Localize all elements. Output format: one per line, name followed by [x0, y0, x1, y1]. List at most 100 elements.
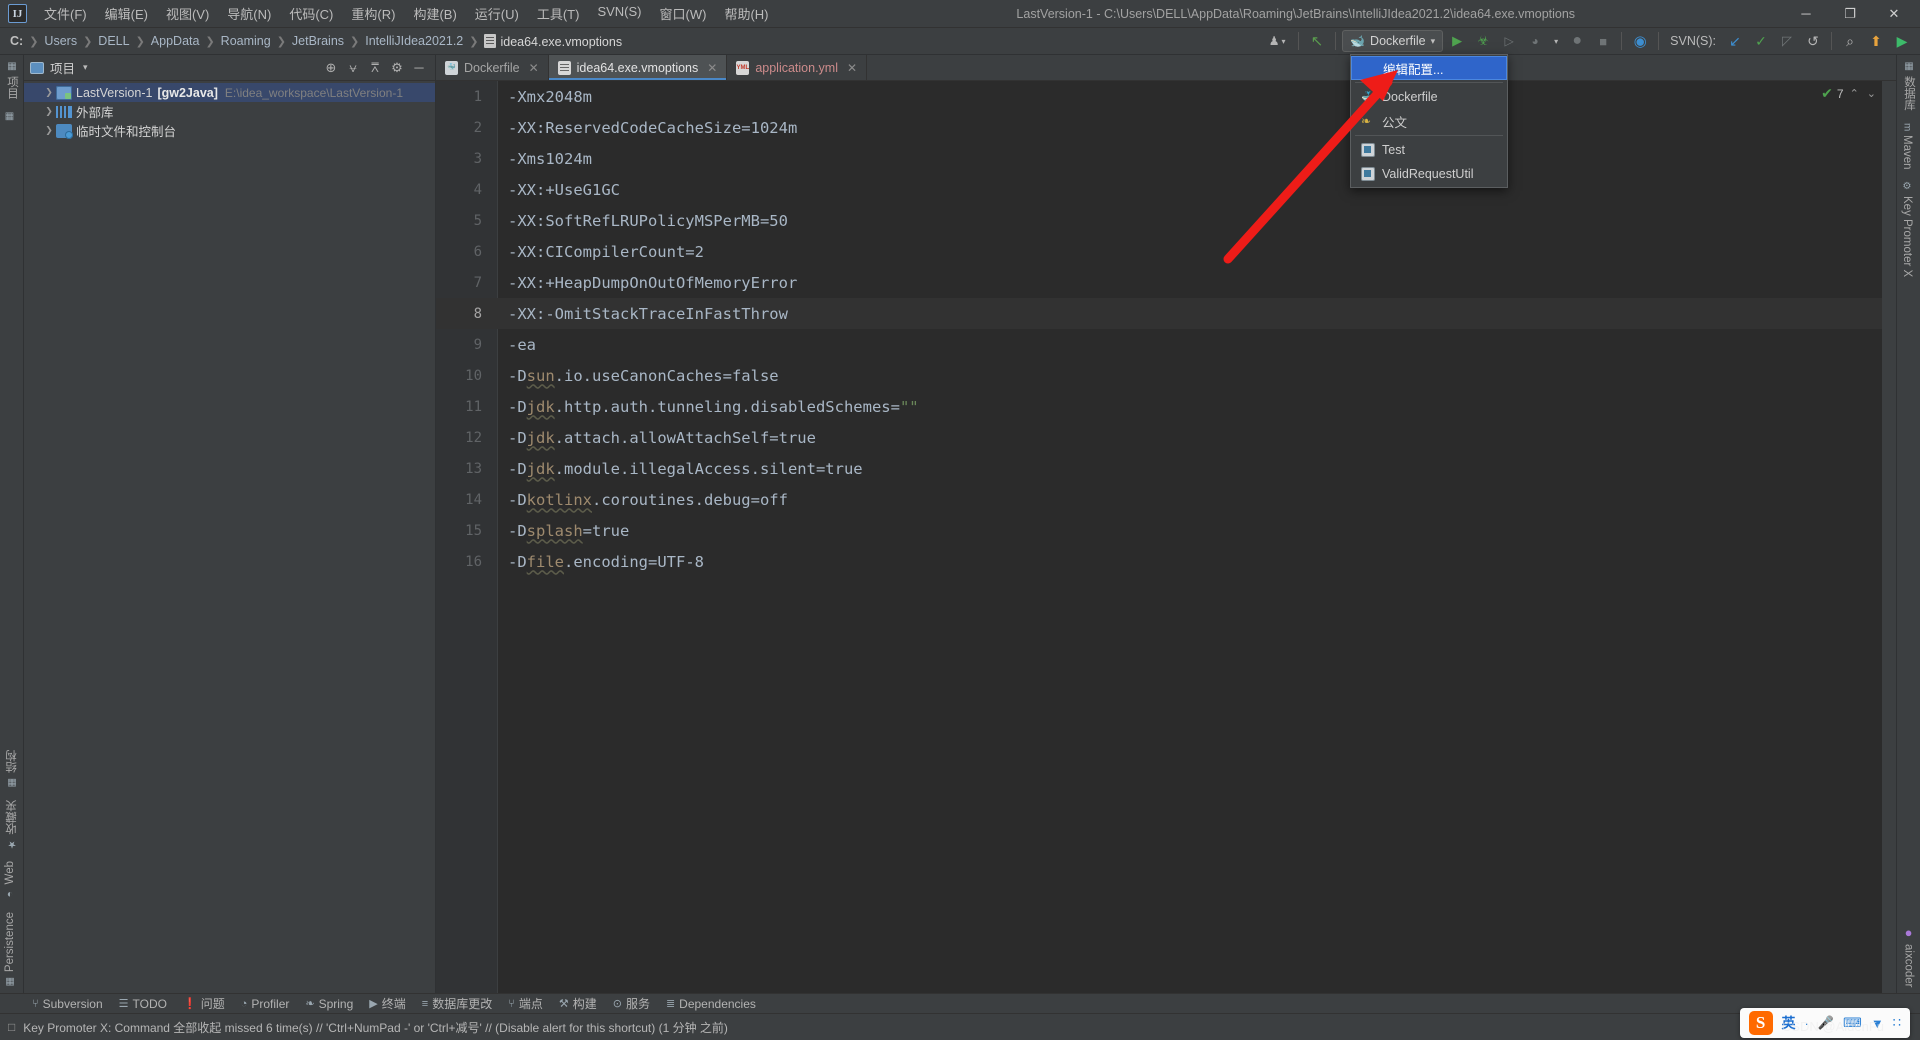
- maximize-button[interactable]: ❐: [1828, 0, 1872, 27]
- bottom-tool-8[interactable]: ⚒ 构建: [551, 993, 605, 1014]
- code-line[interactable]: 4 -XX:+UseG1GC: [436, 174, 1882, 205]
- menu-item-7[interactable]: 运行(U): [466, 1, 528, 26]
- user-icon[interactable]: ♟ ▾: [1262, 30, 1292, 52]
- run-config-popup-item-0[interactable]: 编辑配置...: [1351, 56, 1507, 80]
- close-tab-icon[interactable]: ✕: [707, 61, 717, 75]
- code-line[interactable]: 3 -Xms1024m: [436, 143, 1882, 174]
- tool-window-button-Persistence[interactable]: ▦ Persistence: [0, 906, 20, 993]
- notification-icon[interactable]: □: [8, 1020, 15, 1034]
- menu-item-10[interactable]: 窗口(W): [651, 1, 716, 26]
- code-line[interactable]: 13 -Djdk.module.illegalAccess.silent=true: [436, 453, 1882, 484]
- bottom-tool-9[interactable]: ⊙ 服务: [605, 993, 658, 1014]
- code-line[interactable]: 2 -XX:ReservedCodeCacheSize=1024m: [436, 112, 1882, 143]
- chevron-right-icon[interactable]: ❯: [42, 106, 56, 117]
- chevron-right-icon[interactable]: ❯: [42, 87, 56, 98]
- breadcrumb-item-4[interactable]: Roaming: [217, 32, 275, 50]
- chevron-right-icon[interactable]: ❯: [42, 125, 56, 136]
- menu-item-6[interactable]: 构建(B): [404, 1, 465, 26]
- bottom-tool-1[interactable]: ☰ TODO: [111, 995, 175, 1013]
- breadcrumb-item-5[interactable]: JetBrains: [288, 32, 348, 50]
- debug-button[interactable]: ☣: [1471, 30, 1495, 52]
- bottom-tool-6[interactable]: ≡ 数据库更改: [414, 993, 500, 1014]
- profile-button[interactable]: ◕: [1523, 30, 1547, 52]
- bottom-tool-2[interactable]: ❗ 问题: [175, 993, 233, 1014]
- previous-problem-icon[interactable]: ⌃: [1848, 87, 1861, 100]
- editor-tab-0[interactable]: 🐳 Dockerfile ✕: [436, 55, 549, 80]
- code-line[interactable]: 12 -Djdk.attach.allowAttachSelf=true: [436, 422, 1882, 453]
- tool-window-button-folder-icon[interactable]: ▦: [0, 105, 19, 132]
- minimize-button[interactable]: ─: [1784, 0, 1828, 27]
- code-line[interactable]: 15 -Dsplash=true: [436, 515, 1882, 546]
- code-line[interactable]: 1 -Xmx2048m: [436, 81, 1882, 112]
- svn-commit-button[interactable]: ✓: [1749, 30, 1773, 52]
- ime-toolbox-icon[interactable]: ∷: [1893, 1015, 1901, 1031]
- code-line[interactable]: 9 -ea: [436, 329, 1882, 360]
- stop-button[interactable]: ■: [1591, 30, 1615, 52]
- collapse-all-icon[interactable]: ⩞: [365, 58, 385, 78]
- expand-all-icon[interactable]: ⩝: [343, 58, 363, 78]
- menu-item-4[interactable]: 代码(C): [280, 1, 342, 26]
- menu-item-5[interactable]: 重构(R): [342, 1, 404, 26]
- profile-dropdown-icon[interactable]: ▾: [1549, 30, 1563, 52]
- tool-window-button-收藏夹[interactable]: ★ 收藏夹: [0, 794, 24, 856]
- close-tab-icon[interactable]: ✕: [529, 61, 539, 75]
- svn-history-button[interactable]: ◸: [1775, 30, 1799, 52]
- run-with-coverage-button[interactable]: ▷: [1497, 30, 1521, 52]
- search-everywhere-globe-icon[interactable]: ◉: [1628, 30, 1652, 52]
- breadcrumb-item-2[interactable]: DELL: [94, 32, 133, 50]
- stop-record-button[interactable]: ●: [1565, 30, 1589, 52]
- run-config-popup-item-2[interactable]: ❧ 公文: [1351, 109, 1507, 133]
- close-button[interactable]: ✕: [1872, 0, 1916, 27]
- breadcrumb-item-3[interactable]: AppData: [147, 32, 204, 50]
- run-button[interactable]: ▶: [1445, 30, 1469, 52]
- code-lines[interactable]: 1 -Xmx2048m 2 -XX:ReservedCodeCacheSize=102…: [436, 81, 1882, 993]
- code-editor[interactable]: 1 -Xmx2048m 2 -XX:ReservedCodeCacheSize=102…: [436, 81, 1896, 993]
- run-configuration-popup[interactable]: 编辑配置... 🐳 Dockerfile ❧ 公文 Test ValidRequestUti…: [1350, 54, 1508, 188]
- code-line[interactable]: 10 -Dsun.io.useCanonCaches=false: [436, 360, 1882, 391]
- locate-file-icon[interactable]: ⊕: [321, 58, 341, 78]
- editor-marker-bar[interactable]: [1882, 81, 1896, 993]
- bottom-tool-7[interactable]: ⑂ 端点: [500, 993, 551, 1014]
- code-line[interactable]: 14 -Dkotlinx.coroutines.debug=off: [436, 484, 1882, 515]
- run-config-popup-item-1[interactable]: 🐳 Dockerfile: [1351, 85, 1507, 109]
- tool-window-button-Web[interactable]: ◑ Web: [0, 855, 20, 905]
- tree-node-0[interactable]: ❯ LastVersion-1 [gw2Java] E:\idea_workspace…: [24, 83, 435, 102]
- tree-node-1[interactable]: ❯ 外部库: [24, 102, 435, 121]
- editor-tab-1[interactable]: idea64.exe.vmoptions ✕: [548, 55, 728, 80]
- code-line[interactable]: 6 -XX:CICompilerCount=2: [436, 236, 1882, 267]
- search-button[interactable]: ⌕: [1838, 30, 1862, 52]
- tool-window-button-aixcoder[interactable]: ● aixcoder: [1897, 919, 1920, 993]
- svn-update-button[interactable]: ↙: [1723, 30, 1747, 52]
- undo-arrow-icon[interactable]: ↖: [1305, 30, 1329, 52]
- tool-window-button-Key Promoter X[interactable]: ⚙ Key Promoter X: [1897, 175, 1917, 283]
- breadcrumb-item-7[interactable]: idea64.exe.vmoptions: [480, 32, 626, 51]
- play-colored-button[interactable]: ▶: [1890, 30, 1914, 52]
- chevron-down-icon[interactable]: ▾: [83, 62, 88, 73]
- code-line[interactable]: 16 -Dfile.encoding=UTF-8: [436, 546, 1882, 577]
- bottom-tool-5[interactable]: ▶ 终端: [361, 993, 413, 1014]
- menu-item-2[interactable]: 视图(V): [157, 1, 218, 26]
- menu-item-3[interactable]: 导航(N): [218, 1, 280, 26]
- bottom-tool-10[interactable]: ≣ Dependencies: [658, 995, 764, 1013]
- tree-node-2[interactable]: ❯ 临时文件和控制台: [24, 121, 435, 140]
- menu-item-9[interactable]: SVN(S): [588, 1, 650, 26]
- breadcrumb-item-1[interactable]: Users: [40, 32, 81, 50]
- run-configuration-selector[interactable]: 🐋 Dockerfile ▾: [1342, 30, 1444, 52]
- run-config-popup-item-3[interactable]: Test: [1351, 138, 1507, 162]
- tool-window-button-结构[interactable]: ▦ 结构: [0, 744, 24, 794]
- next-problem-icon[interactable]: ⌄: [1865, 87, 1878, 100]
- hide-panel-icon[interactable]: ─: [409, 58, 429, 78]
- run-config-popup-item-4[interactable]: ValidRequestUtil: [1351, 162, 1507, 186]
- menu-item-1[interactable]: 编辑(E): [96, 1, 157, 26]
- code-line[interactable]: 11 -Djdk.http.auth.tunneling.disabledSche…: [436, 391, 1882, 422]
- breadcrumb-item-0[interactable]: C:: [6, 32, 27, 50]
- editor-tab-2[interactable]: YML application.yml ✕: [727, 55, 868, 80]
- bottom-tool-4[interactable]: ❧ Spring: [297, 995, 361, 1013]
- inspection-widget[interactable]: ✔ 7 ⌃ ⌄: [1821, 85, 1878, 102]
- settings-gear-icon[interactable]: ⚙: [387, 58, 407, 78]
- tool-window-button-项目[interactable]: ▦ 项目: [0, 55, 24, 105]
- close-tab-icon[interactable]: ✕: [847, 61, 857, 75]
- breadcrumb-item-6[interactable]: IntelliJIdea2021.2: [361, 32, 467, 50]
- svn-revert-button[interactable]: ↺: [1801, 30, 1825, 52]
- menu-item-0[interactable]: 文件(F): [35, 1, 96, 26]
